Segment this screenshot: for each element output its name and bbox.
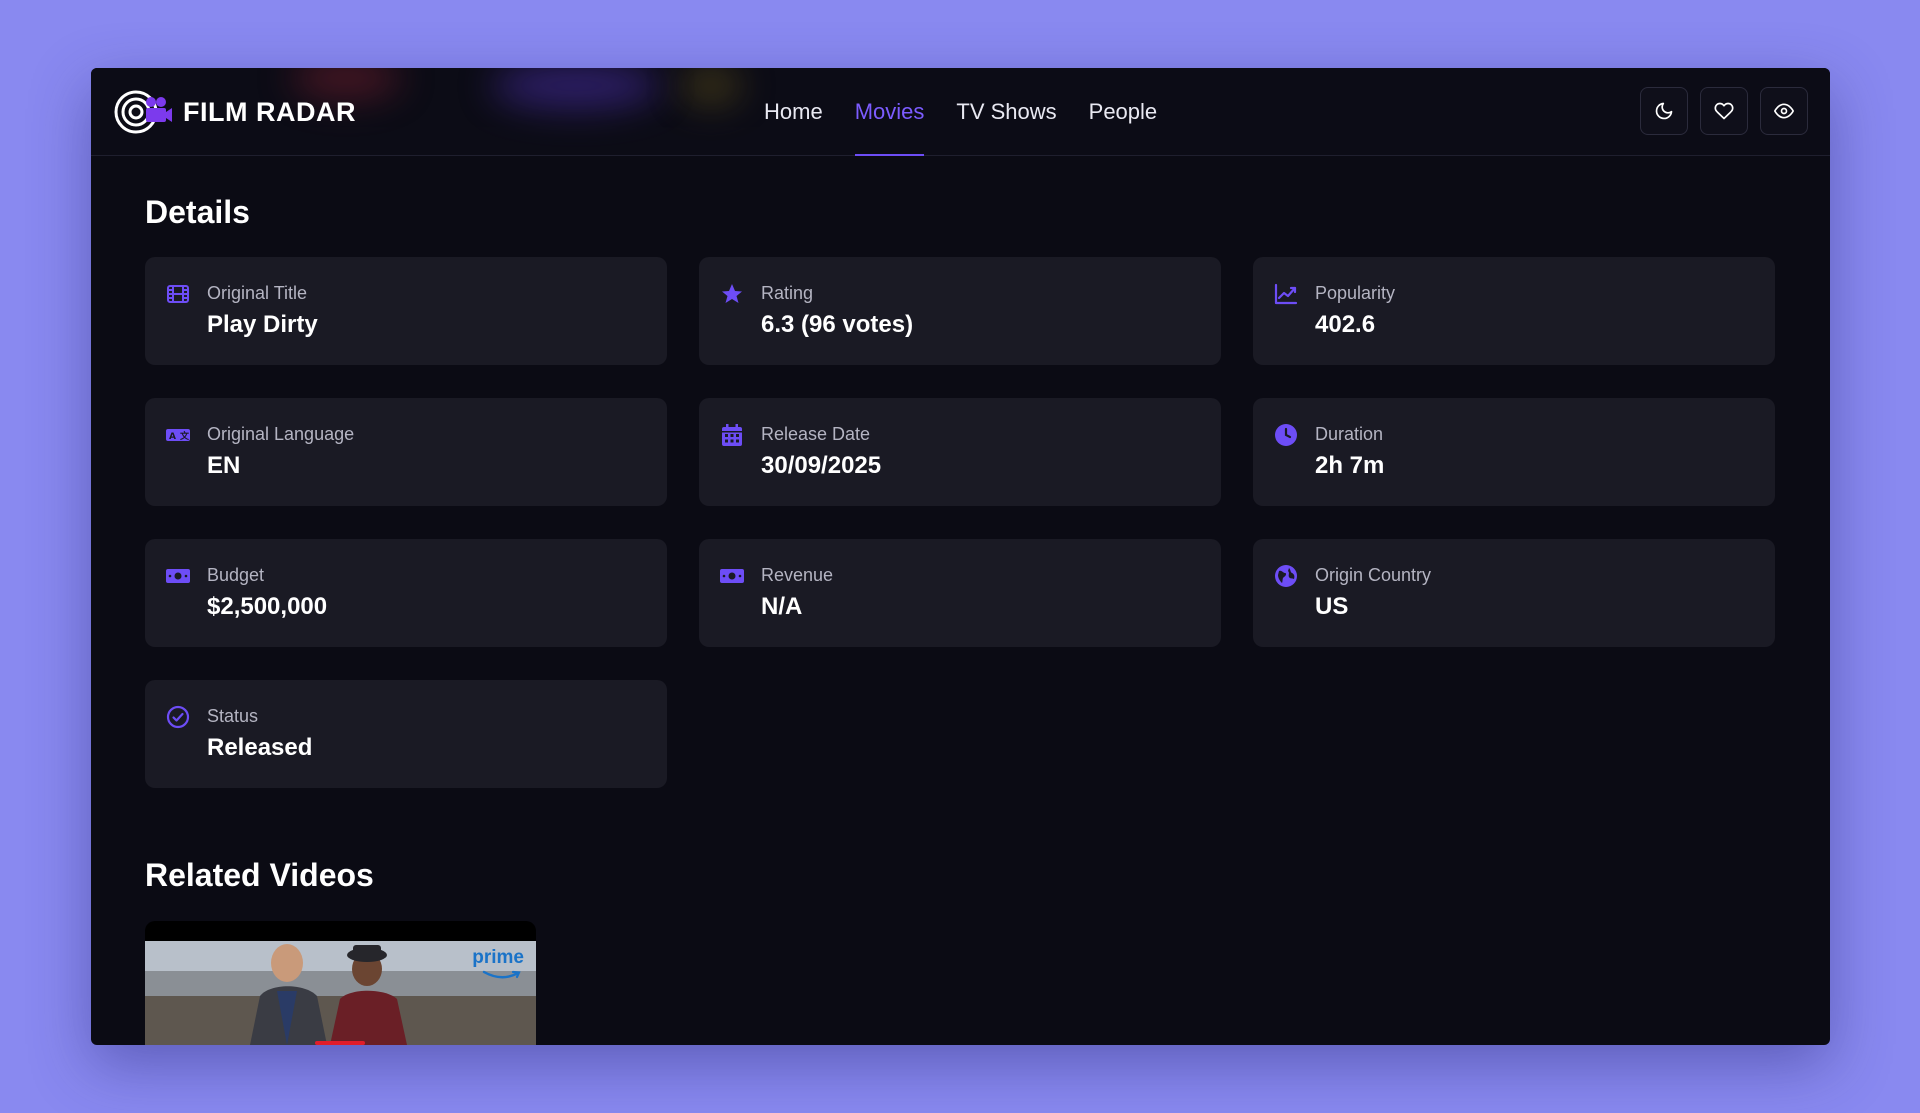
detail-card-release-date: Release Date 30/09/2025: [699, 398, 1221, 506]
detail-value: 2h 7m: [1315, 452, 1385, 479]
header-backdrop-glow: [491, 68, 661, 108]
detail-label: Budget: [207, 565, 265, 585]
detail-label: Revenue: [761, 565, 834, 585]
theme-toggle-button[interactable]: [1640, 87, 1688, 135]
detail-card-revenue: Revenue N/A: [699, 539, 1221, 647]
nav-tv-shows[interactable]: TV Shows: [956, 68, 1056, 156]
star-icon: [719, 281, 745, 307]
calendar-icon: [719, 422, 745, 448]
money-icon: [165, 563, 191, 589]
related-videos-heading: Related Videos: [145, 857, 374, 893]
detail-value: EN: [207, 452, 241, 479]
language-icon: A文: [165, 422, 191, 448]
detail-card-popularity: Popularity 402.6: [1253, 257, 1775, 365]
detail-card-budget: Budget $2,500,000: [145, 539, 667, 647]
detail-card-rating: Rating 6.3 (96 votes): [699, 257, 1221, 365]
moon-icon: [1655, 102, 1673, 120]
detail-value: N/A: [761, 593, 803, 620]
detail-label: Rating: [761, 283, 814, 303]
detail-label: Duration: [1315, 424, 1384, 444]
video-thumbnail: prime: [145, 941, 536, 1045]
brand-name: FILM RADAR: [183, 96, 356, 127]
detail-card-duration: Duration 2h 7m: [1253, 398, 1775, 506]
detail-value: $2,500,000: [207, 593, 328, 620]
detail-label: Origin Country: [1315, 565, 1432, 585]
detail-label: Release Date: [761, 424, 871, 444]
header-actions: [1640, 87, 1808, 135]
prime-smile-icon: [482, 970, 521, 979]
detail-card-original-language: A文 Original Language EN: [145, 398, 667, 506]
nav-movies[interactable]: Movies: [854, 68, 924, 156]
related-video-card[interactable]: prime: [145, 921, 536, 1045]
svg-text:文: 文: [179, 430, 190, 442]
detail-value: 30/09/2025: [761, 452, 882, 479]
film-icon: [165, 281, 191, 307]
detail-value: 402.6: [1315, 311, 1376, 338]
brand-logo[interactable]: FILM RADAR: [114, 88, 356, 136]
detail-card-original-title: Original Title Play Dirty: [145, 257, 667, 365]
favorites-button[interactable]: [1700, 87, 1748, 135]
detail-label: Original Language: [207, 424, 355, 444]
nav-people[interactable]: People: [1089, 68, 1158, 156]
detail-value: Released: [207, 734, 313, 761]
prime-video-badge: prime: [472, 947, 524, 968]
details-heading: Details: [145, 194, 250, 230]
details-grid: Original Title Play Dirty Rating 6.3 (96…: [145, 257, 1775, 788]
eye-icon: [1774, 103, 1794, 119]
detail-label: Popularity: [1315, 283, 1396, 303]
film-radar-logo-icon: [114, 88, 174, 136]
detail-value: US: [1315, 593, 1349, 620]
money-icon: [719, 563, 745, 589]
detail-card-origin-country: Origin Country US: [1253, 539, 1775, 647]
top-header: FILM RADAR Home Movies TV Shows People: [91, 68, 1830, 156]
clock-icon: [1273, 422, 1299, 448]
chart-line-icon: [1273, 281, 1299, 307]
header-backdrop-glow: [681, 68, 741, 103]
detail-value: 6.3 (96 votes): [761, 311, 914, 338]
globe-icon: [1273, 563, 1299, 589]
detail-card-status: Status Released: [145, 680, 667, 788]
app-window: FILM RADAR Home Movies TV Shows People D…: [91, 68, 1830, 1045]
watchlist-button[interactable]: [1760, 87, 1808, 135]
main-nav: Home Movies TV Shows People: [764, 68, 1189, 156]
check-circle-icon: [165, 704, 191, 730]
heart-icon: [1714, 102, 1734, 120]
detail-label: Status: [207, 706, 259, 726]
nav-home[interactable]: Home: [764, 68, 823, 156]
detail-label: Original Title: [207, 283, 308, 303]
detail-value: Play Dirty: [207, 311, 318, 338]
svg-text:A: A: [169, 432, 176, 442]
